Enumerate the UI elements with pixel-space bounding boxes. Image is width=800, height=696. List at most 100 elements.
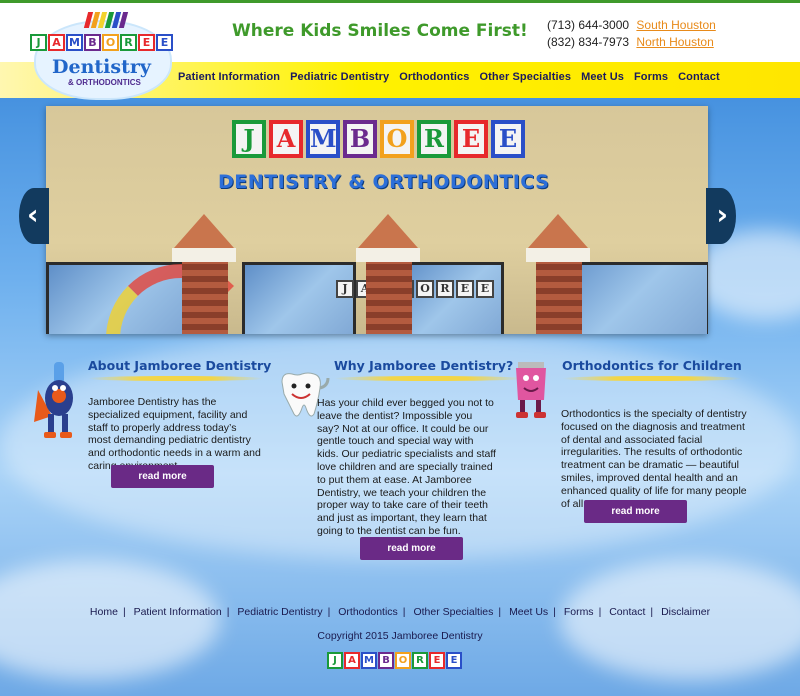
roof-awning [528, 214, 588, 248]
letter-block: A [48, 34, 65, 51]
logo-blocks: JAMBOREE [30, 34, 173, 51]
nav-item-orthodontics[interactable]: Orthodontics [399, 71, 469, 83]
column-title: About Jamboree Dentistry [88, 358, 272, 373]
letter-block: B [343, 120, 377, 158]
awning-base [356, 248, 420, 262]
phone-number[interactable]: (832) 834-7973 [547, 35, 629, 49]
letter-block: R [412, 652, 428, 669]
letter-block: M [306, 120, 340, 158]
why-column: Why Jamboree Dentistry? [334, 358, 524, 387]
nav-item-other-specialties[interactable]: Other Specialties [480, 71, 572, 83]
building-sign-blocks: JAMBOREE [232, 120, 525, 158]
letter-block: E [138, 34, 155, 51]
footer-nav: Home | Patient Information | Pediatric Den… [0, 606, 800, 618]
roof-awning [174, 214, 234, 248]
roof-awning [358, 214, 418, 248]
location-link-south[interactable]: South Houston [636, 18, 715, 32]
footer-link-orthodontics[interactable]: Orthodontics [338, 606, 398, 618]
letter-block: E [429, 652, 445, 669]
separator: | [650, 606, 654, 618]
window-sign-blocks: JAMBOREE [336, 280, 494, 298]
pink-toothpaste-icon [516, 362, 546, 418]
column-title: Why Jamboree Dentistry? [334, 358, 514, 373]
separator: | [598, 606, 602, 618]
title-underline [88, 376, 264, 381]
letter-block: J [232, 120, 266, 158]
brick-pillar [366, 262, 412, 334]
letter-block: E [446, 652, 462, 669]
main-nav: Patient Information Pediatric Dentistry … [178, 71, 720, 83]
window-letter-block: E [456, 280, 474, 298]
hero-slider[interactable]: JAMBOREE DENTISTRY & ORTHODONTICS JAMBOR… [46, 106, 708, 334]
nav-item-patient-information[interactable]: Patient Information [178, 71, 280, 83]
storefront-window [400, 262, 504, 334]
separator: | [553, 606, 556, 618]
footer-logo[interactable]: JAMBOREE [327, 652, 462, 669]
footer-link-pediatric-dentistry[interactable]: Pediatric Dentistry [237, 606, 322, 618]
awning-base [526, 248, 590, 262]
footer-link-other-specialties[interactable]: Other Specialties [413, 606, 493, 618]
site-header: JAMBOREE Dentistry & ORTHODONTICS Where … [0, 0, 800, 100]
letter-block: R [120, 34, 137, 51]
awning-base [172, 248, 236, 262]
nav-item-forms[interactable]: Forms [634, 71, 668, 83]
about-read-more-button[interactable]: read more [111, 465, 214, 488]
column-text: Jamboree Dentistry has the specialized e… [88, 396, 261, 472]
footer-link-home[interactable]: Home [90, 606, 118, 618]
phone-list: (713) 644-3000 South Houston (832) 834-7… [547, 17, 716, 51]
phone-number[interactable]: (713) 644-3000 [547, 18, 629, 32]
letter-block: E [156, 34, 173, 51]
column-text: Has your child ever begged you not to le… [317, 397, 496, 537]
letter-block: J [30, 34, 47, 51]
ortho-column: Orthodontics for Children [562, 358, 742, 387]
footer-link-meet-us[interactable]: Meet Us [509, 606, 548, 618]
separator: | [226, 606, 230, 618]
site-tagline: Where Kids Smiles Come First! [232, 21, 528, 41]
letter-block: O [380, 120, 414, 158]
nav-item-contact[interactable]: Contact [678, 71, 720, 83]
title-underline [334, 376, 524, 381]
footer-link-disclaimer[interactable]: Disclaimer [661, 606, 710, 618]
letter-block: M [361, 652, 377, 669]
letter-block: J [327, 652, 343, 669]
window-letter-block: J [336, 280, 354, 298]
letter-block: R [417, 120, 451, 158]
cloud-decoration [560, 560, 800, 680]
footer-link-contact[interactable]: Contact [609, 606, 645, 618]
footer-link-forms[interactable]: Forms [564, 606, 594, 618]
logo-stripes [83, 12, 129, 28]
brick-pillar [182, 262, 228, 334]
ortho-read-more-button[interactable]: read more [584, 500, 687, 523]
separator: | [498, 606, 502, 618]
cloud-decoration [0, 560, 220, 680]
ortho-column-body: Orthodontics is the specialty of dentist… [561, 408, 747, 510]
separator: | [327, 606, 331, 618]
superhero-toothbrush-icon [34, 362, 73, 438]
about-column: About Jamboree Dentistry [88, 358, 272, 387]
window-letter-block: R [436, 280, 454, 298]
why-read-more-button[interactable]: read more [360, 537, 463, 560]
logo-subtitle: & ORTHODONTICS [68, 78, 141, 87]
footer-link-patient-information[interactable]: Patient Information [134, 606, 222, 618]
letter-block: A [269, 120, 303, 158]
location-link-north[interactable]: North Houston [636, 35, 713, 49]
about-column-body: Jamboree Dentistry has the specialized e… [88, 396, 262, 473]
window-letter-block: O [416, 280, 434, 298]
window-letter-block: E [476, 280, 494, 298]
column-title: Orthodontics for Children [562, 358, 742, 373]
slider-prev-button[interactable]: ‹ [19, 188, 49, 244]
why-column-body: Has your child ever begged you not to le… [317, 397, 497, 538]
letter-block: O [102, 34, 119, 51]
phone-row: (713) 644-3000 South Houston [547, 17, 716, 34]
letter-block: O [395, 652, 411, 669]
column-text: Orthodontics is the specialty of dentist… [561, 408, 747, 510]
logo-script: Dentistry [52, 56, 151, 78]
storefront-window [242, 262, 356, 334]
slider-next-button[interactable]: › [706, 188, 736, 244]
nav-item-pediatric-dentistry[interactable]: Pediatric Dentistry [290, 71, 389, 83]
phone-row: (832) 834-7973 North Houston [547, 34, 716, 51]
nav-item-meet-us[interactable]: Meet Us [581, 71, 624, 83]
separator: | [402, 606, 406, 618]
letter-block: B [378, 652, 394, 669]
site-logo[interactable]: JAMBOREE Dentistry & ORTHODONTICS [28, 12, 178, 102]
